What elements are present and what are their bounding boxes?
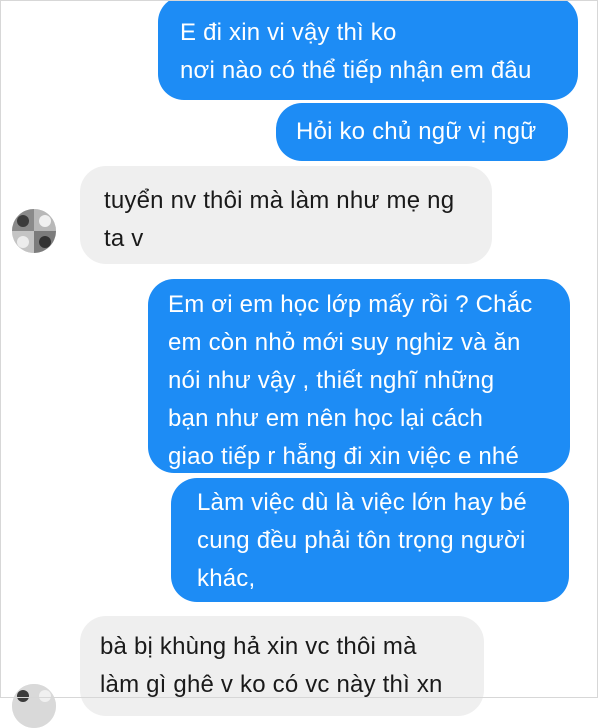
message-bubble-incoming[interactable]: tuyển nv thôi mà làm như mẹ ng ta v <box>80 166 492 264</box>
message-bubble-outgoing[interactable]: Em ơi em học lớp mấy rồi ? Chắc em còn n… <box>148 279 570 473</box>
message-bubble-incoming[interactable]: bà bị khùng hả xin vc thôi mà làm gì ghê… <box>80 616 484 716</box>
contact-avatar[interactable] <box>12 209 56 253</box>
contact-avatar[interactable] <box>12 684 56 728</box>
message-bubble-outgoing[interactable]: Hỏi ko chủ ngữ vị ngữ <box>276 103 568 161</box>
message-bubble-outgoing[interactable]: E đi xin vi vậy thì ko nơi nào có thể ti… <box>158 0 578 100</box>
avatar-image-icon <box>12 684 56 728</box>
message-bubble-outgoing[interactable]: Làm việc dù là việc lớn hay bé cung đều … <box>171 478 569 602</box>
avatar-image-icon <box>12 209 56 253</box>
